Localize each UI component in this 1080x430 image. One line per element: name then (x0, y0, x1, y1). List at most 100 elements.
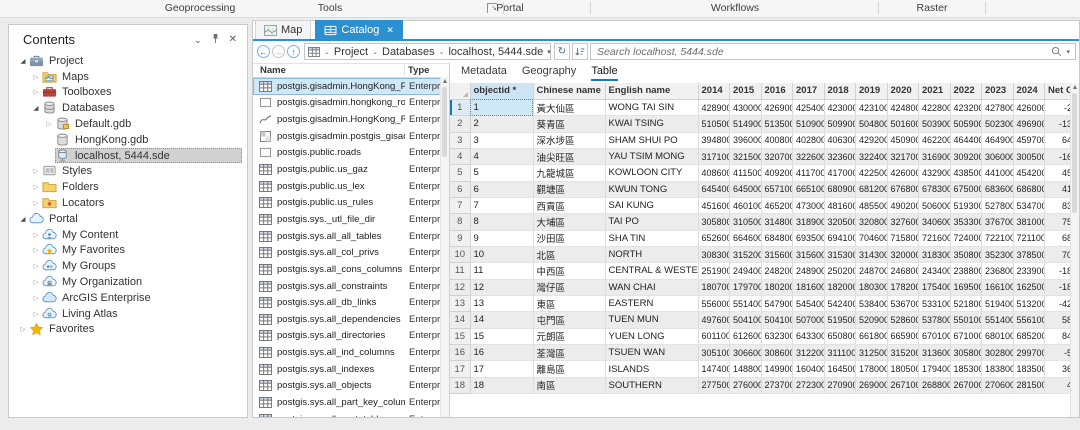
cell-year-value[interactable]: 538400 (856, 295, 888, 311)
cell-english-name[interactable]: CENTRAL & WESTERN (605, 263, 698, 279)
sidebar-item-folders[interactable]: ▷Folders (9, 179, 247, 195)
cell-year-value[interactable]: 671000 (950, 328, 982, 344)
close-tab-icon[interactable]: ✕ (386, 25, 394, 36)
cell-year-value[interactable]: 320800 (856, 214, 888, 230)
cell-objectid[interactable]: 6 (470, 181, 533, 197)
cell-year-value[interactable]: 323600 (824, 148, 856, 164)
cell-year-value[interactable]: 417000 (824, 165, 856, 181)
sidebar-item-localhost-5444-sde[interactable]: localhost, 5444.sde (9, 148, 247, 164)
cell-english-name[interactable]: SHA TIN (605, 230, 698, 246)
cell-english-name[interactable]: SAI KUNG (605, 197, 698, 213)
ribbon-group-tools[interactable]: Tools (318, 2, 343, 14)
cell-year-value[interactable]: 315200 (730, 246, 762, 262)
cell-year-value[interactable]: 340600 (919, 214, 951, 230)
row-header[interactable]: 10 (450, 246, 470, 262)
cell-objectid[interactable]: 18 (470, 377, 533, 393)
search-options-chevron-icon[interactable]: ▾ (1062, 48, 1075, 56)
cell-year-value[interactable]: 684800 (761, 230, 793, 246)
cell-objectid[interactable]: 8 (470, 214, 533, 230)
tree-expander-icon[interactable]: ▷ (30, 310, 42, 318)
sort-button[interactable] (572, 43, 588, 60)
cell-year-value[interactable]: 381000 (1013, 214, 1045, 230)
cell-year-value[interactable]: 180700 (698, 279, 730, 295)
cell-year-value[interactable]: 148800 (730, 361, 762, 377)
cell-year-value[interactable]: 681200 (856, 181, 888, 197)
cell-year-value[interactable]: 465200 (761, 197, 793, 213)
tree-expander-icon[interactable]: ▷ (30, 231, 42, 239)
cell-year-value[interactable]: 299700 (1013, 345, 1045, 361)
cell-objectid[interactable]: 3 (470, 132, 533, 148)
list-item[interactable]: postgis.sys.all_part_tablesEnterprise (253, 411, 449, 417)
cell-year-value[interactable]: 236800 (982, 263, 1014, 279)
cell-year-value[interactable]: 678300 (919, 181, 951, 197)
cell-year-value[interactable]: 248200 (761, 263, 793, 279)
cell-year-value[interactable]: 459700 (1013, 132, 1045, 148)
cell-year-value[interactable]: 246800 (887, 263, 919, 279)
cell-year-value[interactable]: 318900 (793, 214, 825, 230)
table-column-header-2023[interactable]: 2023 (982, 83, 1014, 99)
cell-year-value[interactable]: 315600 (793, 246, 825, 262)
row-header[interactable]: 12 (450, 279, 470, 295)
cell-year-value[interactable]: 430000 (730, 99, 762, 115)
sidebar-item-my-content[interactable]: ▷My Content (9, 227, 247, 243)
tree-expander-icon[interactable]: ◢ (17, 215, 29, 223)
cell-year-value[interactable]: 352300 (982, 246, 1014, 262)
column-header-name[interactable]: Name (253, 65, 405, 76)
table-column-header-2015[interactable]: 2015 (730, 83, 762, 99)
list-item[interactable]: postgis.sys.all_part_key_columnsEnterpri… (253, 394, 449, 411)
cell-year-value[interactable]: 322600 (793, 148, 825, 164)
sidebar-item-locators[interactable]: ▷Locators (9, 195, 247, 211)
cell-year-value[interactable]: 185300 (950, 361, 982, 377)
list-item[interactable]: postgis.sys.all_all_tablesEnterprise (253, 228, 449, 245)
cell-year-value[interactable]: 396000 (730, 132, 762, 148)
cell-year-value[interactable]: 423100 (856, 99, 888, 115)
cell-chinese-name[interactable]: 九龍城區 (533, 165, 605, 181)
cell-year-value[interactable]: 402800 (793, 132, 825, 148)
list-item[interactable]: postgis.sys.all_objectsEnterprise (253, 378, 449, 395)
sidebar-item-my-groups[interactable]: ▷My Groups (9, 258, 247, 274)
cell-objectid[interactable]: 4 (470, 148, 533, 164)
cell-year-value[interactable]: 473000 (793, 197, 825, 213)
cell-year-value[interactable]: 694100 (824, 230, 856, 246)
list-item[interactable]: postgis.sys.all_cons_columnsEnterprise (253, 261, 449, 278)
list-item[interactable]: postgis.sys.all_constraintsEnterprise (253, 278, 449, 295)
cell-year-value[interactable]: 462200 (919, 132, 951, 148)
cell-english-name[interactable]: NORTH (605, 246, 698, 262)
cell-year-value[interactable]: 425400 (793, 99, 825, 115)
cell-objectid[interactable]: 15 (470, 328, 533, 344)
list-item[interactable]: postgis.sys.all_dependenciesEnterprise (253, 311, 449, 328)
cell-year-value[interactable]: 556100 (1013, 312, 1045, 328)
cell-chinese-name[interactable]: 沙田區 (533, 230, 605, 246)
cell-year-value[interactable]: 506000 (919, 197, 951, 213)
row-header[interactable]: 5 (450, 165, 470, 181)
cell-year-value[interactable]: 496900 (1013, 116, 1045, 132)
cell-english-name[interactable]: KWAI TSING (605, 116, 698, 132)
cell-chinese-name[interactable]: 北區 (533, 246, 605, 262)
row-header[interactable]: 18 (450, 377, 470, 393)
cell-year-value[interactable]: 315200 (887, 345, 919, 361)
cell-year-value[interactable]: 302800 (982, 345, 1014, 361)
search-input[interactable] (591, 46, 1051, 58)
cell-chinese-name[interactable]: 油尖旺區 (533, 148, 605, 164)
cell-chinese-name[interactable]: 荃灣區 (533, 345, 605, 361)
cell-chinese-name[interactable]: 東區 (533, 295, 605, 311)
cell-year-value[interactable]: 409200 (761, 165, 793, 181)
cell-year-value[interactable]: 520900 (856, 312, 888, 328)
cell-year-value[interactable]: 722100 (982, 230, 1014, 246)
cell-year-value[interactable]: 305800 (950, 345, 982, 361)
cell-year-value[interactable]: 248700 (856, 263, 888, 279)
view-tab-catalog[interactable]: Catalog✕ (315, 20, 402, 39)
list-scrollbar[interactable]: ▲ (440, 77, 449, 417)
cell-year-value[interactable]: 322400 (856, 148, 888, 164)
cell-year-value[interactable]: 601100 (698, 328, 730, 344)
table-scrollbar[interactable]: ▲ (1070, 83, 1079, 417)
cell-english-name[interactable]: TUEN MUN (605, 312, 698, 328)
ribbon-group-geoprocessing[interactable]: Geoprocessing (165, 2, 236, 14)
cell-year-value[interactable]: 408600 (698, 165, 730, 181)
list-item[interactable]: postgis.sys.all_col_privsEnterprise (253, 244, 449, 261)
cell-year-value[interactable]: 182000 (824, 279, 856, 295)
cell-year-value[interactable]: 519500 (824, 312, 856, 328)
table-column-header-2014[interactable]: 2014 (698, 83, 730, 99)
cell-year-value[interactable]: 321500 (730, 148, 762, 164)
cell-year-value[interactable]: 664600 (730, 230, 762, 246)
